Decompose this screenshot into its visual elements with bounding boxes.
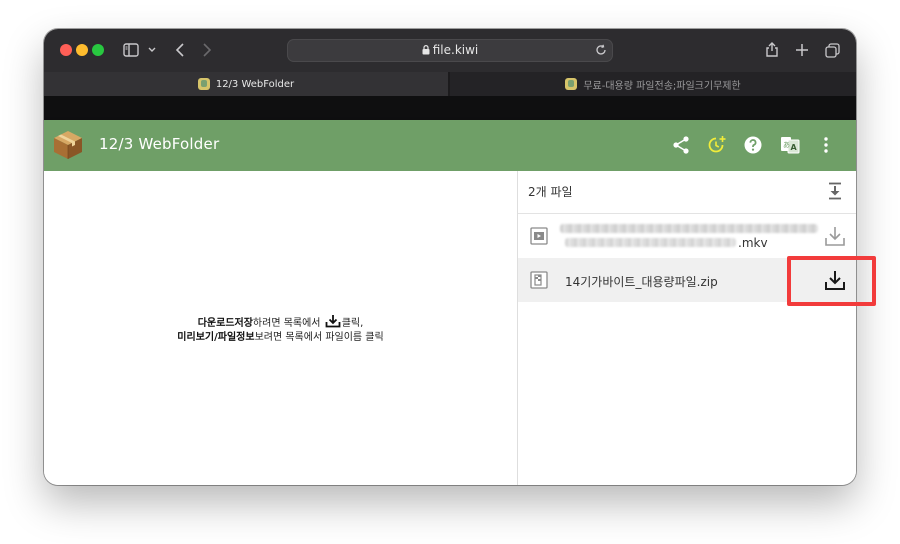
- share-sheet-icon[interactable]: [765, 41, 779, 58]
- app-title: 12/3 WebFolder: [99, 135, 220, 153]
- download-all-icon[interactable]: [827, 182, 843, 200]
- content-area: 다운로드저장하려면 목록에서 클릭, 미리보기/파일정보보려면 목록에서 파일이…: [44, 171, 856, 485]
- share-icon[interactable]: [671, 135, 691, 155]
- chevron-down-icon[interactable]: [148, 47, 156, 53]
- archive-file-icon: [530, 271, 548, 289]
- lock-icon: [422, 45, 430, 55]
- tab-file-transfer[interactable]: 무료-대용량 파일전송;파일크기무제한: [450, 72, 856, 96]
- translate-icon[interactable]: あ A: [780, 135, 800, 155]
- file-count-label: 2개 파일: [528, 185, 573, 199]
- sidebar-icon[interactable]: [123, 43, 139, 57]
- close-window-button[interactable]: [60, 44, 72, 56]
- site-favicon-icon: [197, 78, 210, 90]
- highlight-annotation-box: [787, 256, 876, 306]
- page-top-strip: [44, 96, 856, 120]
- obscured-filename: [565, 238, 736, 247]
- file-extension: .mkv: [738, 236, 768, 250]
- video-file-icon: [530, 227, 548, 245]
- obscured-filename: [560, 224, 818, 233]
- address-bar[interactable]: file.kiwi: [287, 39, 613, 62]
- download-button[interactable]: [824, 225, 846, 247]
- forward-icon[interactable]: [202, 43, 212, 57]
- instruction-line-2: 미리보기/파일정보보려면 목록에서 파일이름 클릭: [177, 332, 384, 343]
- zoom-window-button[interactable]: [92, 44, 104, 56]
- download-icon: [325, 315, 341, 328]
- reload-icon[interactable]: [595, 44, 607, 56]
- browser-toolbar: file.kiwi: [44, 29, 856, 72]
- file-row[interactable]: .mkv: [518, 214, 856, 258]
- url-text: file.kiwi: [432, 43, 479, 57]
- tab-webfolder[interactable]: 12/3 WebFolder: [44, 72, 448, 96]
- site-favicon-icon: [565, 78, 578, 90]
- file-list-panel: 2개 파일 .mkv 14기가바이트_대용량파일.zip: [518, 171, 856, 485]
- minimize-window-button[interactable]: [76, 44, 88, 56]
- new-tab-icon[interactable]: [795, 43, 809, 57]
- preview-panel: 다운로드저장하려면 목록에서 클릭, 미리보기/파일정보보려면 목록에서 파일이…: [44, 171, 517, 485]
- svg-text:A: A: [791, 143, 798, 152]
- tab-bar: 12/3 WebFolder 무료-대용량 파일전송;파일크기무제한: [44, 72, 856, 96]
- back-icon[interactable]: [175, 43, 185, 57]
- help-icon[interactable]: [743, 135, 763, 155]
- svg-text:あ: あ: [783, 141, 790, 149]
- app-bar: 12/3 WebFolder あ A: [44, 120, 856, 171]
- tab-overview-icon[interactable]: [825, 43, 840, 58]
- cardboard-box-logo-icon: [54, 131, 82, 159]
- timer-plus-icon[interactable]: [707, 135, 727, 155]
- file-name: 14기가바이트_대용량파일.zip: [565, 275, 718, 289]
- browser-window: file.kiwi 12/3 WebFolder 무료-대용량 파일전송;파일크…: [44, 29, 856, 485]
- more-vert-icon[interactable]: [816, 135, 836, 155]
